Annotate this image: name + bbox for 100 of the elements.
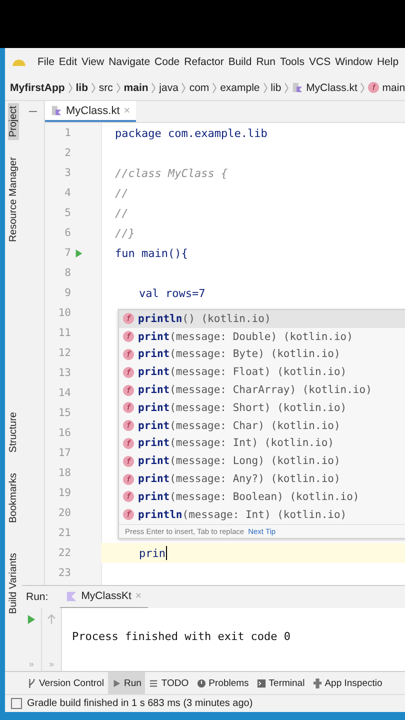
android-logo-icon[interactable]: [11, 56, 27, 66]
tool-window-button[interactable]: Terminal: [252, 672, 309, 694]
line-number: 14: [57, 387, 71, 399]
line-number: 17: [57, 447, 71, 459]
line-number: 20: [57, 507, 71, 519]
function-badge: f: [123, 420, 134, 432]
menu-item[interactable]: VCS: [308, 56, 331, 68]
completion-item[interactable]: f print(message: CharArray) (kotlin.io): [119, 381, 405, 399]
line-number: 22: [57, 547, 71, 559]
completion-item[interactable]: f print(message: Float) (kotlin.io): [119, 363, 405, 382]
function-badge: f: [123, 366, 134, 378]
tool-window-tab[interactable]: Resource Manager: [8, 154, 19, 246]
function-badge: f: [123, 456, 134, 467]
tab-label: MyClass.kt: [66, 104, 120, 116]
line-number: 23: [57, 567, 71, 579]
line-number: 9: [64, 287, 71, 299]
breadcrumb-item[interactable]: lib: [270, 82, 282, 94]
chevron-icon: [181, 82, 186, 94]
breadcrumb-item[interactable]: MyClass.kt: [306, 82, 358, 94]
line-number: 21: [57, 527, 71, 539]
code-line: prin: [138, 546, 166, 560]
line-number: 2: [64, 147, 71, 159]
line-number: 13: [57, 367, 71, 379]
tool-window-button[interactable]: App Inspectio: [308, 672, 386, 694]
breadcrumb-item[interactable]: com: [189, 82, 210, 94]
tool-window-button[interactable]: TODO: [145, 672, 193, 694]
chevron-icon: [262, 82, 268, 94]
tool-window-button[interactable]: Version Control: [23, 672, 108, 694]
status-icon[interactable]: [11, 698, 22, 709]
up-arrow-icon[interactable]: [47, 614, 56, 625]
menu-item[interactable]: Tools: [280, 56, 304, 68]
function-badge: f: [123, 491, 134, 502]
run-icon[interactable]: [27, 614, 36, 625]
function-badge: f: [123, 348, 134, 360]
line-number: 11: [57, 327, 71, 339]
completion-item[interactable]: f print(message: Any?) (kotlin.io): [119, 470, 405, 488]
completion-item[interactable]: f print(message: Long) (kotlin.io): [119, 452, 405, 470]
code-comment: //: [115, 206, 128, 220]
editor-tab[interactable]: MyClass.kt ×: [45, 101, 136, 122]
kotlin-file-icon: [292, 82, 304, 93]
tool-window-tab[interactable]: Structure: [8, 409, 19, 456]
tool-window-button[interactable]: Problems: [192, 672, 253, 694]
line-number: 6: [64, 227, 71, 239]
completion-item[interactable]: f print(message: Byte) (kotlin.io): [119, 346, 405, 364]
menu-item[interactable]: Build: [228, 56, 252, 68]
menu-item[interactable]: Code: [154, 56, 180, 68]
console-output: Process finished with exit code 0: [71, 629, 291, 645]
line-number: 16: [57, 427, 71, 439]
code-comment: //class MyClass {: [115, 166, 228, 180]
completion-item[interactable]: f print(message: Double) (kotlin.io): [119, 328, 405, 346]
line-number: 18: [57, 467, 71, 479]
chevron-icon: [151, 82, 156, 94]
line-number: 15: [57, 407, 71, 419]
tool-window-tab[interactable]: Build Variants: [8, 550, 19, 617]
play-icon: [112, 678, 121, 688]
menu-item[interactable]: File: [38, 56, 54, 68]
completion-item[interactable]: f println(message: Int) (kotlin.io): [119, 506, 405, 524]
list-icon: [149, 678, 158, 688]
completion-item[interactable]: f println() (kotlin.io): [119, 310, 405, 328]
menu-item[interactable]: Help: [376, 56, 399, 68]
breadcrumb-item[interactable]: java: [159, 82, 178, 94]
completion-item[interactable]: f print(message: Short) (kotlin.io): [119, 398, 405, 417]
breadcrumb-item[interactable]: src: [98, 82, 113, 94]
menu-item[interactable]: Refactor: [184, 56, 224, 68]
run-icon[interactable]: [75, 248, 83, 258]
menu-item[interactable]: Navigate: [108, 56, 150, 68]
tool-window-tab[interactable]: Project: [8, 103, 19, 140]
breadcrumb-item[interactable]: main: [382, 82, 405, 94]
chevron-icon: [212, 82, 218, 94]
chevron-icon: [68, 82, 73, 94]
code-line: val rows=7: [138, 286, 206, 300]
alert-icon: [196, 678, 206, 688]
chevron-icon: [360, 82, 366, 94]
menu-item[interactable]: Edit: [58, 56, 78, 68]
menu-item[interactable]: Run: [256, 56, 276, 68]
kotlin-icon: [66, 590, 78, 602]
line-number: 7: [64, 247, 71, 259]
chevron-icon: [116, 82, 121, 94]
line-number: 4: [64, 187, 71, 199]
completion-item[interactable]: f print(message: Char) (kotlin.io): [119, 416, 405, 435]
breadcrumb-item[interactable]: lib: [76, 82, 88, 94]
completion-item[interactable]: f print(message: Int) (kotlin.io): [119, 434, 405, 452]
function-badge: f: [123, 474, 134, 485]
function-badge: f: [123, 509, 134, 520]
tool-window-tab[interactable]: Bookmarks: [8, 470, 19, 526]
menu-item[interactable]: View: [82, 56, 104, 68]
function-badge: f: [123, 438, 134, 449]
code-line: package com.example.lib: [115, 126, 268, 140]
kotlin-file-icon: [51, 105, 62, 116]
line-number: 5: [64, 207, 71, 219]
status-text: Gradle build finished in 1 s 683 ms (3 minutes ago): [27, 698, 253, 709]
branch-icon: [27, 678, 36, 688]
tool-window-button[interactable]: Run: [108, 672, 146, 694]
code-line: fun main(){: [115, 246, 188, 260]
menu-item[interactable]: Window: [335, 56, 372, 68]
breadcrumb-item[interactable]: main: [124, 82, 148, 94]
function-badge: f: [123, 402, 134, 414]
breadcrumb-item[interactable]: example: [220, 82, 260, 94]
breadcrumb-item[interactable]: MyfirstApp: [10, 82, 65, 94]
completion-item[interactable]: f print(message: Boolean) (kotlin.io): [119, 488, 405, 506]
